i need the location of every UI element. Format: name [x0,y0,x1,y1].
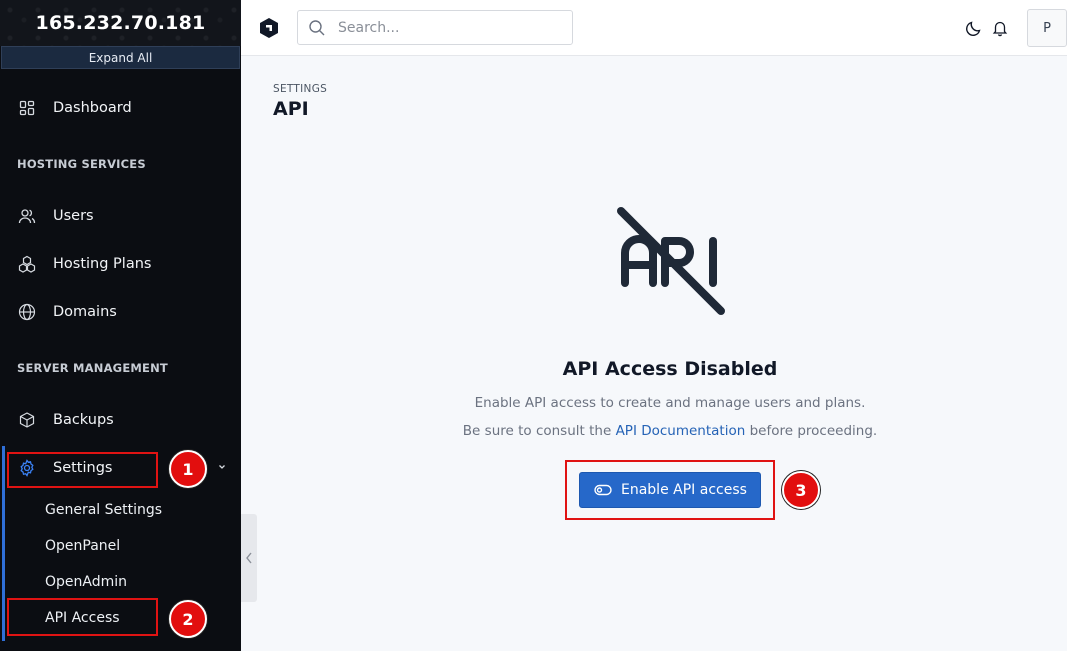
sidebar-item-backups[interactable]: Backups [0,400,241,440]
empty-state-description: Enable API access to create and manage u… [474,395,866,411]
sidebar-item-label: Hosting Plans [53,256,152,272]
note-suffix: before proceeding. [745,423,878,439]
section-title-server: SERVER MANAGEMENT [17,361,168,375]
empty-state-note: Be sure to consult the API Documentation… [273,423,1067,439]
sidebar-item-label: Users [53,208,94,224]
section-title-hosting: HOSTING SERVICES [17,157,146,171]
annotation-badge-2: 2 [169,600,207,638]
sidebar-item-label: Domains [53,304,117,320]
empty-state: API Access Disabled Enable API access to… [273,0,1067,651]
sidebar-item-label: Backups [53,412,114,428]
sidebar-collapse-handle[interactable] [241,514,257,602]
annotation-badge-3: 3 [782,471,820,509]
api-documentation-link[interactable]: API Documentation [616,423,746,439]
sidebar-item-users[interactable]: Users [0,196,241,236]
sidebar-item-label: Dashboard [53,100,132,116]
sidebar: 165.232.70.181 Expand All Dashboard HOST… [0,0,241,651]
sidebar-subitem-openadmin[interactable]: OpenAdmin [45,574,127,590]
annotation-box-api-access [7,598,158,636]
annotation-box-enable-button [565,460,775,520]
sidebar-item-hosting-plans[interactable]: Hosting Plans [0,244,241,284]
server-ip: 165.232.70.181 [35,12,206,34]
annotation-badge-1: 1 [169,450,207,488]
boxes-icon [17,254,37,274]
globe-www-icon [17,302,37,322]
sidebar-item-dashboard[interactable]: Dashboard [0,88,241,128]
dashboard-icon [17,98,37,118]
chevron-down-icon[interactable] [217,462,227,472]
server-ip-header: 165.232.70.181 [0,0,241,46]
empty-state-title: API Access Disabled [562,358,778,380]
note-prefix: Be sure to consult the [462,423,616,439]
users-icon [17,206,37,226]
chevron-left-icon [246,552,252,564]
sidebar-subitem-openpanel[interactable]: OpenPanel [45,538,120,554]
sidebar-subitem-general-settings[interactable]: General Settings [45,502,162,518]
expand-all-button[interactable]: Expand All [1,46,240,69]
package-icon [17,410,37,430]
sidebar-item-domains[interactable]: Domains [0,292,241,332]
annotation-box-settings [7,452,158,488]
